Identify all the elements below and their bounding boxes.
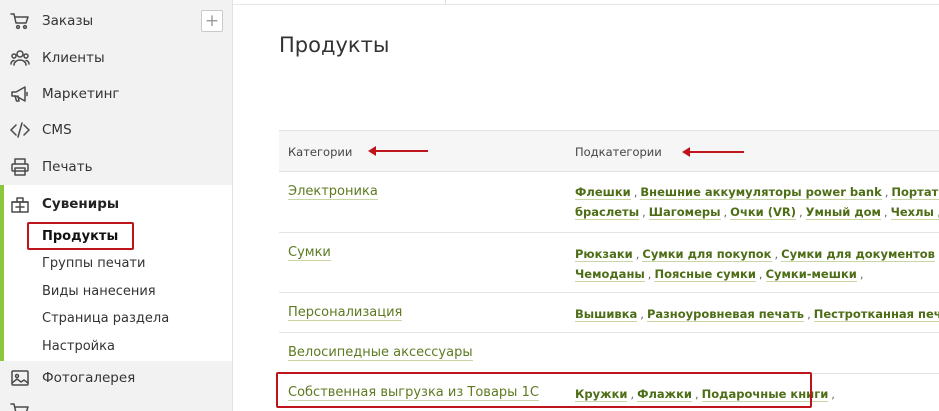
- column-header-subcategories: Подкатегории: [575, 145, 662, 159]
- category-link[interactable]: Велосипедные аксессуары: [288, 345, 473, 361]
- sidebar: Заказы + Клиенты Маркетинг CMS Печать Су…: [0, 0, 233, 411]
- separator: ,: [758, 267, 763, 281]
- subcategory-link[interactable]: Сумки-мешки: [765, 267, 857, 282]
- separator: ,: [630, 387, 635, 401]
- subcategory-link[interactable]: Сумки для документов: [781, 247, 935, 262]
- sidebar-subitem-section-page[interactable]: Страница раздела: [42, 311, 169, 326]
- sidebar-item-label: Заказы: [42, 12, 94, 29]
- separator: ,: [635, 247, 640, 261]
- column-header-categories: Категории: [288, 145, 353, 159]
- sidebar-item-label: Клиенты: [42, 49, 105, 66]
- subcategory-line: Флешки, Внешние аккумуляторы power bank, П…: [575, 182, 939, 202]
- separator: ,: [695, 387, 699, 401]
- subcategory-link[interactable]: Флешки: [575, 185, 631, 200]
- subcategory-link[interactable]: Поясные сумки: [654, 267, 756, 282]
- subcategory-link[interactable]: Подарочные книги: [701, 387, 829, 402]
- subcategory-list: Кружки, Флажки, Подарочные книги,: [575, 384, 939, 404]
- subcategory-link[interactable]: Умный дом: [805, 205, 881, 220]
- sidebar-item-label: Маркетинг: [42, 85, 120, 102]
- sidebar-item-orders[interactable]: Заказы: [0, 2, 232, 39]
- subcategory-line: Вышивка, Разноуровневая печать, Пестроткан…: [575, 304, 939, 324]
- sidebar-item-clients[interactable]: Клиенты: [0, 39, 232, 76]
- subcategory-link[interactable]: Очки (VR): [730, 205, 796, 220]
- cart-icon: [9, 401, 31, 411]
- subcategory-list: Вышивка, Разноуровневая печать, Пестроткан…: [575, 304, 939, 324]
- annotation-arrow-subcategories: [682, 147, 744, 157]
- sidebar-item-label: Сувениры: [42, 195, 120, 212]
- sidebar-subitem-products[interactable]: Продукты: [42, 229, 118, 244]
- sidebar-item-label: CMS: [42, 121, 72, 138]
- table-row: Сумки Рюкзаки, Сумки для покупок, Сумки дл…: [279, 233, 939, 293]
- subcategory-link[interactable]: Пестротканная печать: [813, 307, 939, 322]
- separator: ,: [642, 205, 646, 219]
- sidebar-item-label: Фотогалерея: [42, 369, 136, 386]
- category-link[interactable]: Электроника: [288, 184, 378, 200]
- top-bar: [233, 0, 939, 5]
- sidebar-item-partial[interactable]: [0, 392, 232, 411]
- category-link[interactable]: Сумки: [288, 245, 331, 261]
- megaphone-icon: [9, 84, 31, 104]
- code-icon: [9, 120, 31, 140]
- printer-icon: [9, 157, 31, 177]
- table-row: Электроника Флешки, Внешние аккумуляторы …: [279, 172, 939, 233]
- subcategory-line: браслеты, Шагомеры, Очки (VR), Умный дом, Че…: [575, 202, 939, 222]
- sidebar-item-souvenirs[interactable]: Сувениры: [0, 185, 232, 222]
- subcategory-link[interactable]: Портативные колонки: [891, 185, 939, 200]
- table-row: Велосипедные аксессуары: [279, 333, 939, 374]
- sidebar-item-label: Печать: [42, 158, 93, 175]
- separator: ,: [884, 185, 889, 199]
- users-icon: [9, 48, 31, 68]
- sidebar-item-marketing[interactable]: Маркетинг: [0, 75, 232, 112]
- subcategory-link[interactable]: Кружки: [575, 387, 628, 402]
- table-row: Персонализация Вышивка, Разноуровневая пе…: [279, 293, 939, 333]
- subcategory-link[interactable]: Внешние аккумуляторы power bank: [640, 185, 882, 200]
- separator: ,: [798, 205, 803, 219]
- subcategory-link[interactable]: Чехлы для телефонов: [890, 205, 939, 220]
- subcategory-link[interactable]: Разноуровневая печать: [646, 307, 805, 322]
- table-row: Собственная выгрузка из Товары 1С Кружки…: [279, 374, 939, 411]
- subcategory-link[interactable]: браслеты: [575, 205, 640, 220]
- separator: ,: [831, 387, 835, 401]
- subcategory-line: Кружки, Флажки, Подарочные книги,: [575, 384, 939, 404]
- subcategory-link[interactable]: Вышивка: [575, 307, 638, 322]
- subcategory-link[interactable]: Сумки для покупок: [642, 247, 772, 262]
- subcategory-link[interactable]: Шагомеры: [648, 205, 721, 220]
- separator: ,: [859, 267, 864, 281]
- add-order-button[interactable]: +: [201, 10, 223, 32]
- image-icon: [9, 368, 31, 388]
- separator: ,: [633, 185, 638, 199]
- subcategory-list: Рюкзаки, Сумки для покупок, Сумки для доку…: [575, 244, 939, 284]
- subcategory-line: Чемоданы, Поясные сумки, Сумки-мешки,: [575, 264, 939, 284]
- category-link[interactable]: Собственная выгрузка из Товары 1С: [288, 385, 539, 401]
- sidebar-subitem-print-groups[interactable]: Группы печати: [42, 256, 145, 271]
- category-link[interactable]: Персонализация: [288, 305, 403, 321]
- subcategory-line: Рюкзаки, Сумки для покупок, Сумки для доку…: [575, 244, 939, 264]
- annotation-arrow-categories: [368, 146, 428, 156]
- subcategory-list: Флешки, Внешние аккумуляторы power bank, П…: [575, 182, 939, 222]
- cart-icon: [9, 11, 31, 31]
- separator: ,: [640, 307, 644, 321]
- separator: ,: [647, 267, 652, 281]
- separator: ,: [807, 307, 811, 321]
- sidebar-subitem-application-types[interactable]: Виды нанесения: [42, 284, 156, 299]
- separator: ,: [774, 247, 779, 261]
- subcategory-link[interactable]: Флажки: [637, 387, 692, 402]
- gift-icon: [9, 194, 31, 214]
- sidebar-subitem-settings[interactable]: Настройка: [42, 339, 115, 354]
- sidebar-item-cms[interactable]: CMS: [0, 111, 232, 148]
- separator: ,: [883, 205, 888, 219]
- sidebar-item-gallery[interactable]: Фотогалерея: [0, 359, 232, 396]
- subcategory-link[interactable]: Чемоданы: [575, 267, 645, 282]
- page-title: Продукты: [279, 33, 390, 57]
- sidebar-item-print[interactable]: Печать: [0, 148, 232, 185]
- subcategory-link[interactable]: Рюкзаки: [575, 247, 633, 262]
- separator: ,: [723, 205, 728, 219]
- categories-table: Категории Подкатегории Электроника Флешк…: [279, 130, 939, 402]
